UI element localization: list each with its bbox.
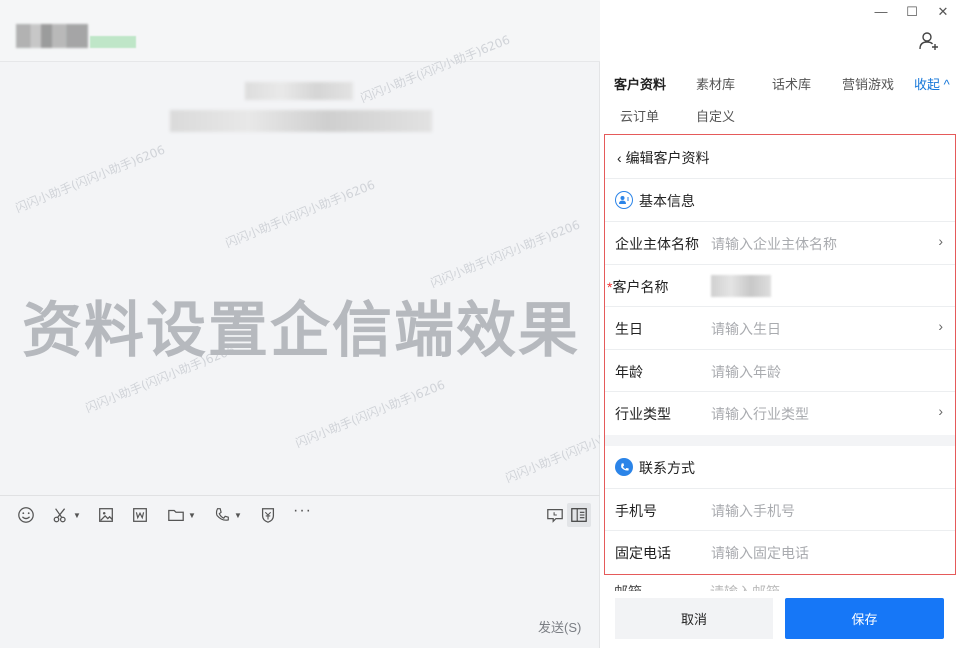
emoji-icon[interactable] — [17, 504, 35, 526]
section-divider — [605, 435, 955, 446]
folder-icon[interactable]: ▼ — [167, 504, 196, 526]
chevron-down-icon: ▼ — [188, 510, 196, 520]
edit-customer-panel: ‹ 编辑客户资料 基本信息 企业主体名称 请输入企业主体名称 › *客户名称 生… — [604, 134, 956, 575]
section-contact: 联系方式 — [605, 446, 955, 489]
back-button[interactable]: ‹ 编辑客户资料 — [617, 148, 710, 168]
landline-input[interactable]: 请输入固定电话 — [711, 543, 809, 563]
field-customer-name[interactable]: *客户名称 — [605, 265, 955, 307]
field-label: 行业类型 — [615, 406, 671, 422]
chat-history-icon[interactable] — [546, 504, 564, 526]
save-button[interactable]: 保存 — [785, 598, 944, 639]
blurred-message — [245, 82, 353, 100]
tab-customer-info[interactable]: 客户资料 — [614, 74, 666, 93]
chevron-right-icon: › — [938, 233, 943, 249]
maximize-button[interactable]: ☐ — [902, 4, 922, 20]
phone-icon — [615, 458, 633, 476]
section-title: 联系方式 — [639, 460, 695, 476]
phone-call-icon[interactable]: ▼ — [213, 504, 242, 526]
field-label: 年龄 — [615, 364, 643, 380]
field-age[interactable]: 年龄 请输入年龄 — [605, 350, 955, 392]
word-doc-icon[interactable] — [131, 504, 149, 526]
contact-card-icon — [615, 191, 633, 209]
mobile-input[interactable]: 请输入手机号 — [711, 501, 795, 521]
tab-cloud-orders[interactable]: 云订单 — [620, 106, 659, 125]
minimize-button[interactable]: — — [871, 4, 891, 19]
customer-name-input[interactable] — [711, 275, 771, 297]
field-label: 固定电话 — [615, 545, 671, 561]
chevron-down-icon: ▼ — [234, 510, 242, 520]
chat-header — [0, 0, 600, 62]
panel-title: 编辑客户资料 — [625, 150, 710, 166]
field-landline[interactable]: 固定电话 请输入固定电话 — [605, 531, 955, 574]
red-packet-icon[interactable] — [259, 504, 277, 526]
field-label: *客户名称 — [607, 279, 669, 295]
field-company-name[interactable]: 企业主体名称 请输入企业主体名称 › — [605, 222, 955, 265]
collapse-tabs-button[interactable]: 收起 ^ — [914, 74, 950, 93]
tab-custom[interactable]: 自定义 — [696, 106, 735, 125]
tab-scripts[interactable]: 话术库 — [772, 74, 811, 93]
close-button[interactable]: ✕ — [933, 4, 953, 20]
age-input[interactable]: 请输入年龄 — [711, 362, 781, 382]
tab-marketing-games[interactable]: 营销游戏 — [842, 74, 894, 93]
field-birthday[interactable]: 生日 请输入生日 › — [605, 307, 955, 350]
send-button[interactable]: 发送(S) — [538, 617, 581, 636]
section-basic-info: 基本信息 — [605, 179, 955, 222]
section-title: 基本信息 — [639, 193, 695, 209]
screenshot-scissors-icon[interactable]: ▼ — [52, 504, 81, 526]
industry-input[interactable]: 请输入行业类型 — [711, 404, 809, 424]
chevron-down-icon: ▼ — [73, 510, 81, 520]
chevron-right-icon: › — [938, 318, 943, 334]
more-icon[interactable]: ··· — [293, 500, 312, 522]
field-label: 手机号 — [615, 503, 657, 519]
customer-sidebar: — ☐ ✕ 客户资料 素材库 话术库 营销游戏 收起 ^ 云订单 自定义 ‹ 编… — [600, 0, 958, 648]
company-name-input[interactable]: 请输入企业主体名称 — [711, 234, 837, 254]
overlay-title: 资料设置企信端效果 — [22, 296, 580, 366]
field-label: 生日 — [615, 321, 643, 337]
field-label: 企业主体名称 — [615, 236, 699, 252]
composer-toolbar: ▼ ▼ ▼ ··· — [0, 495, 600, 533]
add-user-icon[interactable] — [918, 30, 940, 57]
tab-materials[interactable]: 素材库 — [696, 74, 735, 93]
blurred-contact-name — [16, 24, 88, 48]
blurred-message — [170, 110, 432, 132]
birthday-input[interactable]: 请输入生日 — [711, 319, 781, 339]
chevron-left-icon: ‹ — [617, 150, 622, 166]
chat-pane: 闪闪小助手(闪闪小助手)6206 闪闪小助手(闪闪小助手)6206 闪闪小助手(… — [0, 0, 657, 648]
image-icon[interactable] — [97, 504, 115, 526]
chevron-right-icon: › — [938, 403, 943, 419]
cancel-button[interactable]: 取消 — [615, 598, 773, 639]
blurred-contact-tag — [90, 36, 136, 48]
sidebar-tabs-row2: 云订单 自定义 — [600, 98, 958, 128]
chat-messages — [0, 62, 600, 495]
sidebar-toggle-icon[interactable] — [567, 503, 591, 527]
panel-header: ‹ 编辑客户资料 — [605, 135, 955, 179]
field-mobile[interactable]: 手机号 请输入手机号 — [605, 489, 955, 531]
field-industry[interactable]: 行业类型 请输入行业类型 › — [605, 392, 955, 435]
sidebar-tabs: 客户资料 素材库 话术库 营销游戏 收起 ^ — [600, 66, 958, 96]
